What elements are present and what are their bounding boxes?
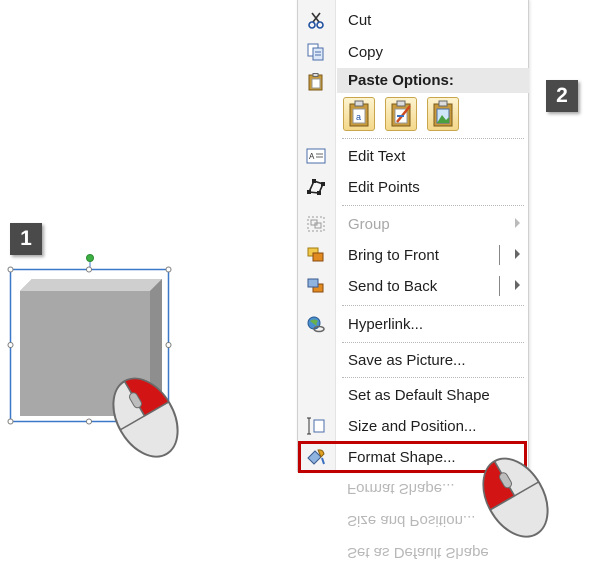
paste-options-header: Paste Options: <box>337 68 529 93</box>
menu-item-cut[interactable]: Cut <box>298 6 530 34</box>
menu-item-label: Edit Text <box>348 148 406 165</box>
paste-keep-source-formatting-button[interactable] <box>385 97 417 131</box>
menu-item-label: Copy <box>348 44 384 61</box>
rotate-handle <box>86 254 94 262</box>
bring-to-front-icon <box>307 247 324 262</box>
menu-item-label: Group <box>348 216 390 233</box>
paste-picture-button[interactable] <box>427 97 459 131</box>
menu-item-edit-points[interactable]: Edit Points <box>298 173 530 201</box>
menu-item-send-to-back[interactable]: Send to Back <box>298 272 530 300</box>
submenu-arrow-icon <box>515 218 520 228</box>
paste-use-destination-theme-icon: a <box>349 100 369 127</box>
submenu-arrow-icon[interactable] <box>515 249 520 259</box>
reflection-line: Size and Position... <box>347 512 476 529</box>
menu-item-label: Edit Points <box>348 179 420 196</box>
submenu-arrow-icon[interactable] <box>515 280 520 290</box>
menu-item-label: Bring to Front <box>348 247 439 264</box>
mouse-left-click-icon <box>482 457 549 538</box>
menu-item-label: Size and Position... <box>348 418 477 435</box>
menu-item-label: Save as Picture... <box>348 352 466 369</box>
edit-points-icon <box>307 179 325 195</box>
svg-text:a: a <box>356 112 361 122</box>
mouse-right-click-icon <box>112 377 179 458</box>
menu-item-label: Paste Options: <box>348 72 454 89</box>
paste-use-destination-theme-button[interactable]: a <box>343 97 375 131</box>
menu-item-copy[interactable]: Copy <box>298 38 530 66</box>
svg-text:A: A <box>309 152 315 161</box>
reflection-line: Set as Default Shape <box>347 544 489 561</box>
menu-item-save-as-picture[interactable]: Save as Picture... <box>298 346 530 374</box>
menu-item-edit-text[interactable]: A Edit Text <box>298 142 530 170</box>
menu-item-label: Cut <box>348 12 372 29</box>
copy-icon <box>307 43 324 61</box>
menu-item-hyperlink[interactable]: Hyperlink... <box>298 310 530 338</box>
scissors-icon <box>308 12 324 29</box>
send-to-back-icon <box>307 278 324 293</box>
context-menu: Cut Copy Paste Options: a A Edit Text Ed… <box>297 0 529 472</box>
menu-item-label: Send to Back <box>348 278 438 295</box>
group-icon <box>307 216 325 232</box>
clipboard-icon <box>308 73 323 91</box>
paste-picture-icon <box>433 100 453 127</box>
menu-item-label: Set as Default Shape <box>348 387 490 404</box>
menu-item-bring-to-front[interactable]: Bring to Front <box>298 241 530 269</box>
reflection-line: Format Shape... <box>347 480 455 497</box>
menu-item-group[interactable]: Group <box>298 210 530 238</box>
menu-item-set-as-default-shape[interactable]: Set as Default Shape <box>298 381 530 409</box>
paste-keep-source-formatting-icon <box>391 100 411 127</box>
menu-item-label: Hyperlink... <box>348 316 424 333</box>
size-position-icon <box>307 417 325 435</box>
step-2-badge: 2 <box>546 80 578 112</box>
hyperlink-icon <box>307 316 325 333</box>
edit-text-icon: A <box>306 148 326 164</box>
menu-item-size-and-position[interactable]: Size and Position... <box>298 412 530 440</box>
